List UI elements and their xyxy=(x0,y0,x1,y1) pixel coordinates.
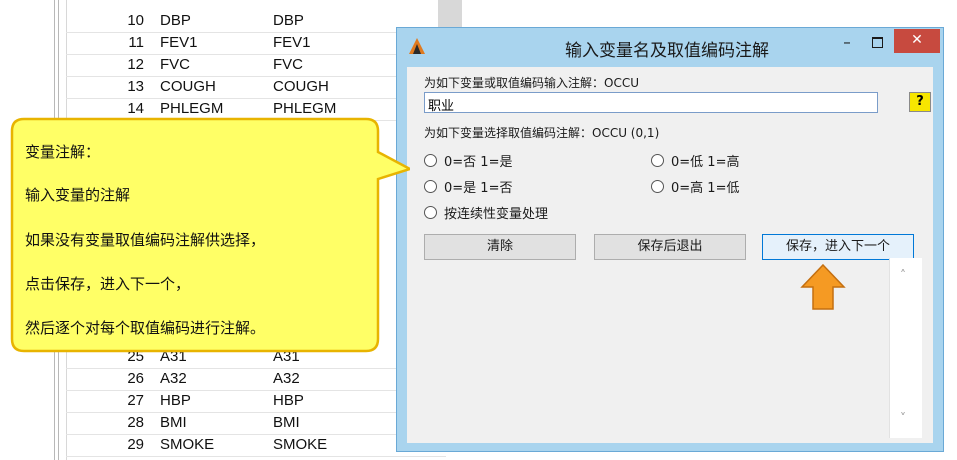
variable-label: PHLEGM xyxy=(273,100,337,117)
variable-label: FVC xyxy=(273,56,303,73)
variable-label: SMOKE xyxy=(273,436,328,453)
table-row[interactable]: 10 DBP DBP xyxy=(66,10,446,33)
app-logo-icon xyxy=(409,38,425,54)
option-continuous[interactable]: 按连续性变量处理 xyxy=(424,203,548,222)
dialog-title: 输入变量名及取值编码注解 xyxy=(565,41,769,61)
table-row[interactable]: 13 COUGH COUGH xyxy=(66,76,446,99)
callout-line: 输入变量的注解 xyxy=(25,186,131,204)
clear-button[interactable]: 清除 xyxy=(424,234,576,260)
variable-name: FVC xyxy=(160,56,190,73)
variable-name: FEV1 xyxy=(160,34,198,51)
scroll-up-icon[interactable]: ˄ xyxy=(900,268,906,282)
radio-icon xyxy=(424,180,437,193)
option-label: 0=高 1=低 xyxy=(671,181,740,196)
variable-annotation-input[interactable]: 职业 xyxy=(424,92,878,114)
radio-icon xyxy=(651,154,664,167)
row-number: 13 xyxy=(127,78,144,95)
callout-line: 如果没有变量取值编码注解供选择， xyxy=(25,231,266,249)
code-prompt-label: 为如下变量选择取值编码注解：OCCU (0,1) xyxy=(424,126,660,140)
option-label: 0=是 1=否 xyxy=(444,181,513,196)
variable-label: COUGH xyxy=(273,78,329,95)
row-number: 29 xyxy=(127,436,144,453)
variable-name: A32 xyxy=(160,370,187,387)
variable-prompt-label: 为如下变量或取值编码输入注解：OCCU xyxy=(424,76,639,90)
option-no-yes[interactable]: 0=否 1=是 xyxy=(424,151,512,170)
radio-icon xyxy=(424,154,437,167)
tutorial-callout: 变量注解： 输入变量的注解 如果没有变量取值编码注解供选择， 点击保存，进入下一… xyxy=(10,117,410,354)
option-label: 按连续性变量处理 xyxy=(444,207,549,222)
row-number: 27 xyxy=(127,392,144,409)
option-low-high[interactable]: 0=低 1=高 xyxy=(651,151,739,170)
variable-label: FEV1 xyxy=(273,34,311,51)
variable-name: COUGH xyxy=(160,78,216,95)
callout-line: 点击保存，进入下一个， xyxy=(25,275,191,293)
row-number: 11 xyxy=(128,34,144,51)
variable-label: BMI xyxy=(273,414,300,431)
variable-label: DBP xyxy=(273,12,304,29)
minimize-button[interactable]: – xyxy=(834,32,860,54)
radio-icon xyxy=(424,206,437,219)
row-number: 10 xyxy=(127,12,144,29)
maximize-icon xyxy=(872,37,883,48)
save-exit-button[interactable]: 保存后退出 xyxy=(594,234,746,260)
row-number: 26 xyxy=(127,370,144,387)
table-row[interactable]: 12 FVC FVC xyxy=(66,54,446,77)
variable-label: HBP xyxy=(273,392,304,409)
callout-line: 然后逐个对每个取值编码进行注解。 xyxy=(25,319,266,337)
option-high-low[interactable]: 0=高 1=低 xyxy=(651,177,739,196)
variable-name: SMOKE xyxy=(160,436,215,453)
table-row[interactable]: 27 HBP HBP xyxy=(66,390,446,413)
dialog-titlebar[interactable]: 输入变量名及取值编码注解 – ✕ xyxy=(397,28,943,66)
variable-name: BMI xyxy=(160,414,187,431)
variable-name: DBP xyxy=(160,12,191,29)
option-yes-no[interactable]: 0=是 1=否 xyxy=(424,177,512,196)
list-scrollbar[interactable]: ˄ ˅ xyxy=(889,258,922,438)
variable-name: HBP xyxy=(160,392,191,409)
table-row[interactable]: 26 A32 A32 xyxy=(66,368,446,391)
save-next-button[interactable]: 保存，进入下一个 xyxy=(762,234,914,260)
variable-name: PHLEGM xyxy=(160,100,224,117)
maximize-button[interactable] xyxy=(864,32,890,54)
help-button[interactable]: ? xyxy=(909,92,931,112)
option-label: 0=低 1=高 xyxy=(671,155,740,170)
row-number: 28 xyxy=(127,414,144,431)
table-row[interactable]: 28 BMI BMI xyxy=(66,412,446,435)
close-button[interactable]: ✕ xyxy=(894,29,940,53)
row-number: 12 xyxy=(127,56,144,73)
radio-icon xyxy=(651,180,664,193)
variable-label: A32 xyxy=(273,370,300,387)
option-label: 0=否 1=是 xyxy=(444,155,513,170)
arrow-up-icon xyxy=(800,263,846,310)
table-row[interactable]: 11 FEV1 FEV1 xyxy=(66,32,446,55)
callout-line: 变量注解： xyxy=(25,143,101,161)
scroll-down-icon[interactable]: ˅ xyxy=(900,411,906,425)
row-number: 14 xyxy=(127,100,144,117)
table-row[interactable]: 29 SMOKE SMOKE xyxy=(66,434,446,457)
